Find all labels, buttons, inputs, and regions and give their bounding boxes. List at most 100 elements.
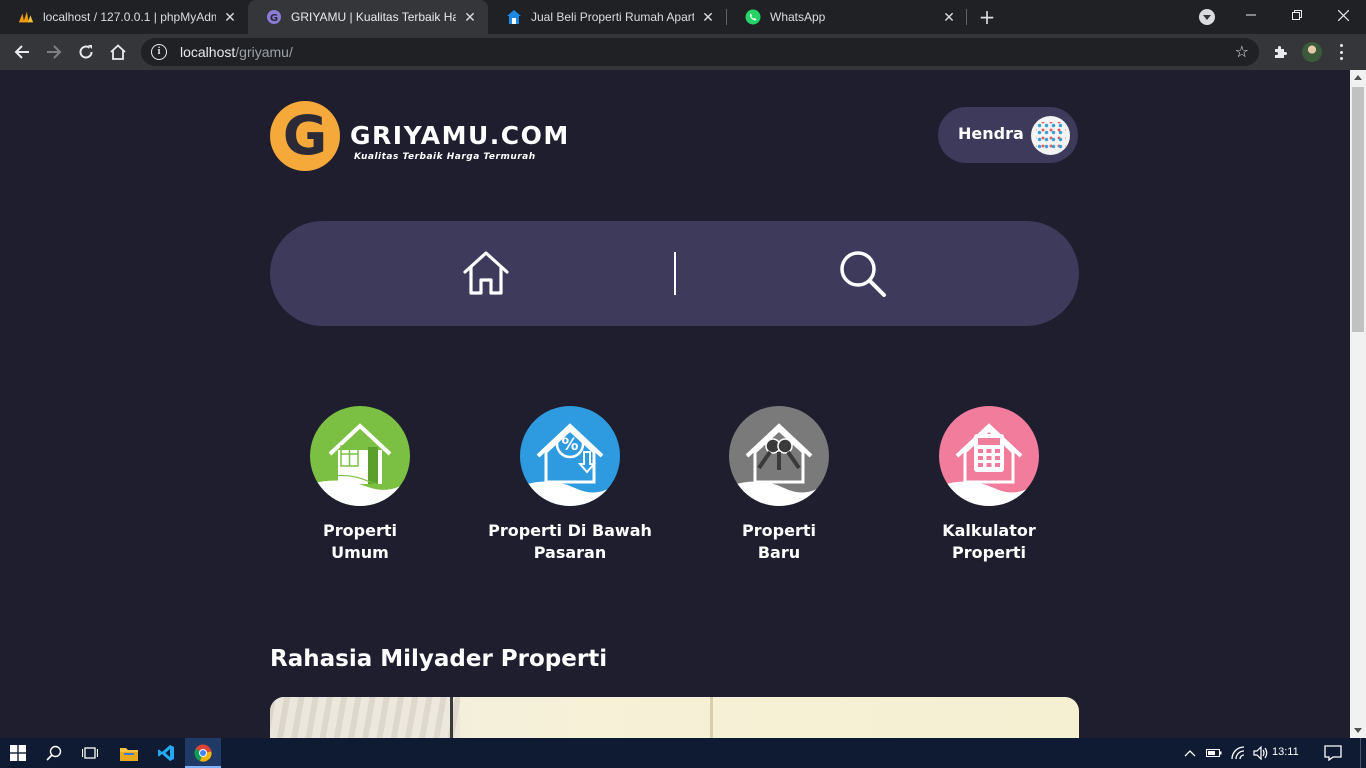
scrollbar-thumb[interactable] [1352,87,1364,332]
close-icon[interactable]: ✕ [462,9,478,25]
wifi-indicator[interactable] [1230,738,1248,768]
scroll-up-arrow-icon[interactable] [1354,75,1362,80]
vscode-icon [158,745,174,761]
category-label-line2: Properti [952,543,1026,562]
banner-window-frame [710,697,713,738]
show-desktop-button[interactable] [1360,738,1366,768]
tab-separator [966,9,967,25]
reload-button[interactable] [72,38,100,66]
info-icon[interactable]: i [151,44,167,60]
folder-icon [120,747,138,761]
site-logo[interactable]: G GRIYAMU.COM Kualitas Terbaik Harga Ter… [270,101,568,171]
logo-letter: G [282,104,328,167]
griyamu-icon: G [266,9,282,25]
category-properti-bawah-pasaran[interactable]: % Properti Di Bawah Pasaran [470,406,670,564]
brand-name: GRIYAMU.COM [350,121,570,150]
reload-icon [79,45,93,59]
close-icon[interactable]: ✕ [222,9,238,25]
browser-tab-strip: localhost / 127.0.0.1 | phpMyAdm ✕ G GRI… [0,0,1366,34]
task-view-button[interactable] [72,738,108,768]
article-banner-image[interactable] [270,697,1079,738]
house-door-icon [310,406,410,506]
url-text[interactable]: localhost/griyamu/ [180,44,293,60]
home-icon [463,251,509,295]
taskbar-vscode[interactable] [148,738,184,768]
battery-indicator[interactable] [1205,738,1223,768]
minimize-icon [1246,14,1256,16]
puzzle-icon [1275,46,1287,58]
profile-avatar[interactable] [1302,42,1322,62]
tab-property-site[interactable]: Jual Beli Properti Rumah Aparten ✕ [488,0,726,34]
close-icon [1337,9,1349,21]
banner-curtain [270,697,460,738]
windows-taskbar: 13:11 [0,738,1366,768]
section-title: Rahasia Milyader Properti [270,646,608,672]
action-center-button[interactable] [1322,738,1344,768]
phpmyadmin-icon [18,9,34,25]
nav-search-button[interactable] [838,249,888,299]
taskbar-file-explorer[interactable] [111,738,147,768]
house-percent-icon: % [520,406,620,506]
minimize-button[interactable] [1228,0,1274,30]
category-label-line2: Baru [757,543,801,562]
house-keys-icon [729,406,829,506]
category-properti-baru[interactable]: Properti Baru [679,406,879,564]
tab-whatsapp[interactable]: WhatsApp ✕ [727,0,967,34]
whatsapp-icon [745,9,761,25]
category-label-line1: Properti [742,521,816,540]
address-bar[interactable]: i localhost/griyamu/ ☆ [141,38,1259,66]
task-view-icon [82,747,98,759]
scroll-down-arrow-icon[interactable] [1354,728,1362,733]
close-icon[interactable]: ✕ [941,9,957,25]
tab-title: Jual Beli Properti Rumah Aparten [531,10,694,24]
category-label-line1: Properti [323,521,397,540]
tab-title: GRIYAMU | Kualitas Terbaik Harga [291,10,456,24]
tab-phpmyadmin[interactable]: localhost / 127.0.0.1 | phpMyAdm ✕ [0,0,248,34]
tab-title: localhost / 127.0.0.1 | phpMyAdm [43,10,216,24]
user-profile-button[interactable]: Hendra [938,107,1078,163]
taskbar-search-button[interactable] [36,738,72,768]
search-icon [840,251,886,297]
page-content: G GRIYAMU.COM Kualitas Terbaik Harga Ter… [0,70,1350,738]
browser-menu-icon[interactable] [1339,44,1343,60]
start-button[interactable] [0,738,36,768]
close-window-button[interactable] [1320,0,1366,30]
close-icon[interactable]: ✕ [700,9,716,25]
wifi-icon [1231,746,1245,760]
property-site-icon [506,9,522,25]
back-button[interactable] [8,38,36,66]
chrome-icon [194,744,212,762]
category-label-line2: Pasaran [533,543,607,562]
tab-search-icon[interactable] [1199,9,1215,25]
forward-button[interactable] [40,38,68,66]
house-calculator-icon [939,406,1039,506]
home-icon [110,44,126,60]
url-path: /griyamu/ [235,44,293,60]
home-button[interactable] [104,38,132,66]
restore-button[interactable] [1274,0,1320,30]
speaker-icon [1253,746,1268,760]
category-label-line1: Properti Di Bawah [488,521,652,540]
category-kalkulator-properti[interactable]: Kalkulator Properti [889,406,1089,564]
category-properti-umum[interactable]: Properti Umum [260,406,460,564]
taskbar-chrome[interactable] [185,738,221,768]
banner-pole [450,697,453,738]
user-name: Hendra [958,124,1024,143]
nav-divider [674,252,676,295]
extensions-button[interactable] [1266,38,1294,66]
restore-icon [1292,10,1302,20]
show-hidden-icons-button[interactable] [1182,738,1198,768]
bookmark-star-icon[interactable]: ☆ [1235,44,1249,60]
battery-icon [1206,749,1222,757]
tab-griyamu[interactable]: G GRIYAMU | Kualitas Terbaik Harga ✕ [248,0,488,34]
page-scrollbar[interactable] [1350,70,1366,738]
url-host: localhost [180,44,236,60]
taskbar-clock[interactable]: 13:11 [1272,746,1299,758]
nav-home-button[interactable] [462,249,510,297]
svg-text:G: G [270,13,278,24]
volume-indicator[interactable] [1252,738,1270,768]
category-label-line1: Kalkulator [942,521,1036,540]
category-label-line2: Umum [331,543,389,562]
brand-tagline: Kualitas Terbaik Harga Termurah [354,152,536,162]
new-tab-button[interactable]: + [976,6,998,28]
